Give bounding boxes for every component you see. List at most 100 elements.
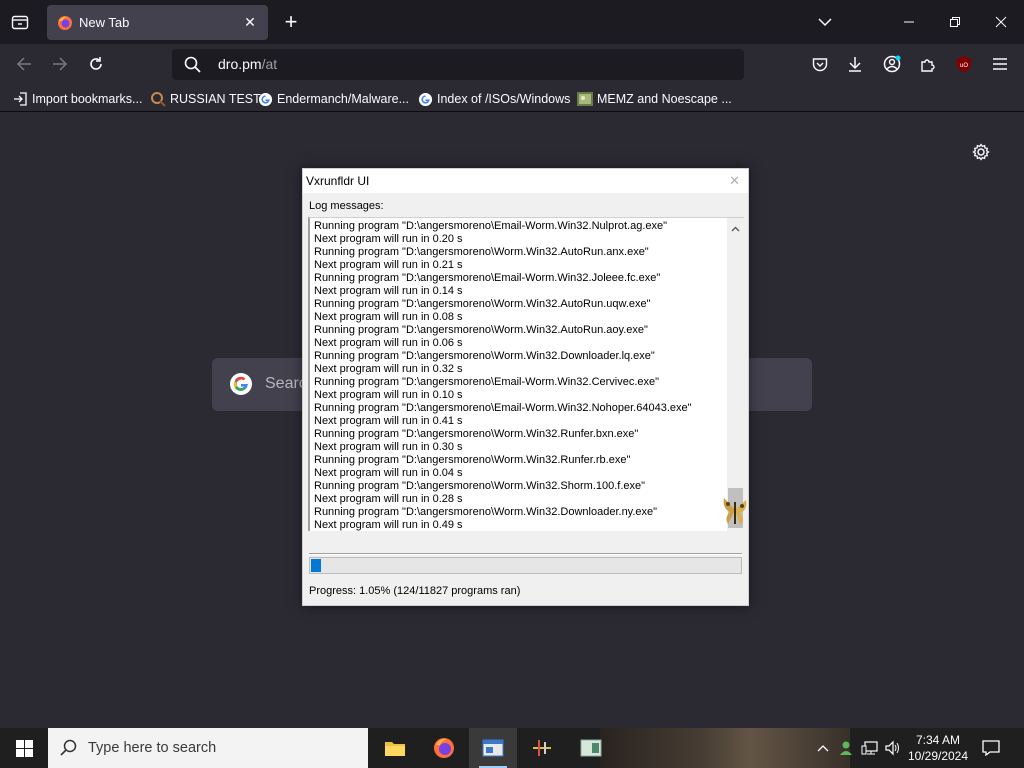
divider: [309, 553, 742, 555]
windows-start-icon[interactable]: [0, 728, 48, 768]
extensions-icon[interactable]: [914, 50, 942, 78]
log-line: Next program will run in 0.14 s: [314, 285, 463, 297]
google-logo-icon: [229, 372, 253, 396]
log-messages-box[interactable]: Running program "D:\angersmoreno\Email-W…: [308, 217, 744, 531]
network-tool-taskbar-icon[interactable]: [518, 728, 566, 768]
magnifier-icon: [150, 91, 166, 107]
search-icon: [184, 56, 201, 78]
log-lines: Running program "D:\angersmoreno\Email-W…: [314, 220, 724, 531]
firefox-taskbar-icon[interactable]: [420, 728, 468, 768]
close-icon[interactable]: ✕: [729, 173, 740, 189]
bookmark-endermanch[interactable]: Endermanch/Malware...: [257, 89, 409, 109]
new-tab-button[interactable]: +: [278, 9, 304, 35]
reload-icon[interactable]: [82, 50, 110, 78]
progress-bar: [309, 557, 742, 574]
google-icon: [257, 91, 273, 107]
bookmark-isos-windows[interactable]: Index of /ISOs/Windows: [417, 89, 570, 109]
close-window-icon[interactable]: [978, 0, 1024, 44]
download-icon[interactable]: [841, 50, 869, 78]
ublock-origin-icon[interactable]: uO: [950, 50, 978, 78]
search-icon: [60, 739, 78, 762]
navigation-toolbar: dro.pm/at uO: [0, 44, 1024, 84]
log-line: Running program "D:\angersmoreno\Worm.Wi…: [314, 454, 631, 466]
dialog-title: Vxrunfldr UI: [306, 174, 370, 188]
butterfly-icon: [720, 492, 750, 528]
url-path: /at: [261, 56, 278, 72]
log-line: Next program will run in 0.49 s: [314, 519, 463, 531]
chevron-down-icon[interactable]: [812, 9, 838, 35]
vxrunfldr-taskbar-icon[interactable]: [469, 728, 517, 768]
log-line: Next program will run in 0.06 s: [314, 337, 463, 349]
taskbar: Type here to search 7:34 AM 10/29/2024: [0, 728, 1024, 768]
log-line: Running program "D:\angersmoreno\Email-W…: [314, 220, 668, 232]
bookmark-label: RUSSIAN TEST: [170, 92, 261, 106]
search-placeholder: Type here to search: [88, 740, 217, 756]
log-line: Next program will run in 0.32 s: [314, 363, 463, 375]
file-explorer-icon[interactable]: [371, 728, 419, 768]
log-line: Next program will run in 0.41 s: [314, 415, 463, 427]
log-line: Next program will run in 0.20 s: [314, 233, 463, 245]
dialog-titlebar[interactable]: Vxrunfldr UI ✕: [303, 169, 748, 193]
log-line: Running program "D:\angersmoreno\Email-W…: [314, 272, 661, 284]
notification-icon[interactable]: [978, 736, 1004, 760]
close-tab-icon[interactable]: ✕: [240, 13, 260, 33]
forward-arrow-icon[interactable]: [46, 50, 74, 78]
bookmark-label: Import bookmarks...: [32, 92, 143, 106]
back-arrow-icon[interactable]: [10, 50, 38, 78]
address-bar[interactable]: dro.pm/at: [172, 49, 744, 80]
log-line: Running program "D:\angersmoreno\Worm.Wi…: [314, 350, 655, 362]
tab-title: New Tab: [79, 15, 130, 30]
taskbar-clock[interactable]: 7:34 AM 10/29/2024: [906, 732, 970, 764]
svg-text:uO: uO: [960, 63, 968, 69]
bookmark-label: MEMZ and Noescape ...: [597, 92, 732, 106]
log-line: Next program will run in 0.10 s: [314, 389, 463, 401]
hamburger-menu-icon[interactable]: [986, 50, 1014, 78]
bookmark-russian-test[interactable]: RUSSIAN TEST: [150, 89, 261, 109]
account-icon[interactable]: [878, 50, 906, 78]
firefox-icon: [57, 15, 73, 31]
log-line: Next program will run in 0.30 s: [314, 441, 463, 453]
log-line: Next program will run in 0.21 s: [314, 259, 463, 271]
url-text: dro.pm/at: [218, 56, 277, 72]
vxrunfldr-dialog: Vxrunfldr UI ✕ Log messages: Running pro…: [302, 168, 749, 606]
log-line: Running program "D:\angersmoreno\Worm.Wi…: [314, 298, 651, 310]
gear-icon[interactable]: [972, 143, 994, 165]
log-line: Running program "D:\angersmoreno\Worm.Wi…: [314, 324, 648, 336]
tab-list-icon[interactable]: [6, 9, 34, 35]
bookmark-memz[interactable]: MEMZ and Noescape ...: [577, 89, 732, 109]
network-icon[interactable]: [860, 738, 880, 758]
chevron-up-icon[interactable]: [813, 738, 833, 758]
bookmark-label: Endermanch/Malware...: [277, 92, 410, 106]
scroll-up-arrow-icon[interactable]: [729, 222, 742, 235]
import-icon: [12, 91, 28, 107]
log-line: Next program will run in 0.28 s: [314, 493, 463, 505]
log-scrollbar[interactable]: [727, 218, 744, 531]
log-line: Running program "D:\angersmoreno\Worm.Wi…: [314, 428, 639, 440]
user-status-icon[interactable]: [837, 738, 857, 758]
window-app-taskbar-icon[interactable]: [567, 728, 615, 768]
log-line: Running program "D:\angersmoreno\Email-W…: [314, 376, 660, 388]
progress-text: Progress: 1.05% (124/11827 programs ran): [309, 585, 521, 597]
log-messages-label: Log messages:: [309, 200, 384, 212]
image-icon: [577, 91, 593, 107]
tab-new-tab[interactable]: New Tab ✕: [47, 5, 268, 40]
progress-fill: [311, 559, 321, 572]
taskbar-search-box[interactable]: Type here to search: [48, 728, 368, 768]
clock-time: 7:34 AM: [915, 733, 961, 747]
log-line: Next program will run in 0.04 s: [314, 467, 463, 479]
log-line: Running program "D:\angersmoreno\Worm.Wi…: [314, 506, 658, 518]
tab-strip: New Tab ✕ +: [0, 0, 1024, 44]
log-line: Running program "D:\angersmoreno\Worm.Wi…: [314, 246, 649, 258]
restore-icon[interactable]: [932, 0, 978, 44]
volume-icon[interactable]: [883, 738, 903, 758]
bookmark-import[interactable]: Import bookmarks...: [12, 89, 142, 109]
log-line: Running program "D:\angersmoreno\Email-W…: [314, 402, 692, 414]
log-line: Next program will run in 0.08 s: [314, 311, 463, 323]
log-line: Running program "D:\angersmoreno\Worm.Wi…: [314, 480, 646, 492]
pocket-icon[interactable]: [806, 50, 834, 78]
minimize-icon[interactable]: [886, 0, 932, 44]
bookmark-label: Index of /ISOs/Windows: [437, 92, 571, 106]
clock-date: 10/29/2024: [907, 749, 969, 763]
url-host: dro.pm: [218, 56, 262, 72]
google-icon: [417, 91, 433, 107]
